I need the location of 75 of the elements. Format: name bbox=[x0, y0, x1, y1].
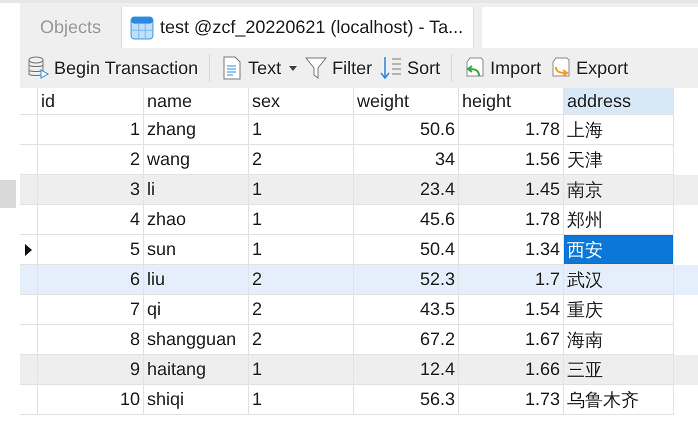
table-cell: 1 bbox=[249, 205, 354, 235]
column-header[interactable]: id bbox=[38, 88, 144, 115]
table-cell: 1.78 bbox=[459, 205, 564, 235]
table-cell: 1 bbox=[249, 175, 354, 205]
toolbar-button[interactable]: Begin Transaction bbox=[24, 54, 202, 82]
table-cell: 1.54 bbox=[459, 295, 564, 325]
column-header[interactable]: sex bbox=[249, 88, 354, 115]
table-cell: 1 bbox=[249, 385, 354, 415]
table-row[interactable]: 1 zhang 1 50.6 1.78 上海 bbox=[20, 115, 698, 145]
table-cell: liu bbox=[144, 265, 249, 295]
tab[interactable]: test @zcf_20220621 (localhost) - Ta... bbox=[122, 7, 474, 48]
table-cell: 45.6 bbox=[354, 205, 459, 235]
scroll-marker bbox=[0, 180, 16, 208]
database-icon bbox=[27, 56, 49, 80]
row-indicator-cell[interactable] bbox=[20, 205, 38, 235]
column-header[interactable]: name bbox=[144, 88, 249, 115]
table-row[interactable]: 6 liu 2 52.3 1.7 武汉 bbox=[20, 265, 698, 295]
table-cell: shiqi bbox=[144, 385, 249, 415]
table-cell: 1.45 bbox=[459, 175, 564, 205]
table-cell: 1.78 bbox=[459, 115, 564, 145]
toolbar-button[interactable]: Text bbox=[218, 54, 300, 82]
row-indicator-cell[interactable] bbox=[20, 115, 38, 145]
table-cell: 56.3 bbox=[354, 385, 459, 415]
document-icon bbox=[221, 56, 244, 80]
table-row[interactable]: 7 qi 2 43.5 1.54 重庆 bbox=[20, 295, 698, 325]
column-header[interactable]: address bbox=[564, 88, 674, 115]
toolbar-button[interactable]: Sort bbox=[377, 54, 444, 82]
table-cell: 43.5 bbox=[354, 295, 459, 325]
toolbar-button[interactable]: Export bbox=[546, 54, 632, 82]
row-indicator-cell[interactable] bbox=[20, 385, 38, 415]
sort-icon bbox=[380, 56, 402, 80]
table-cell: 南京 bbox=[564, 175, 674, 205]
table-cell: 6 bbox=[38, 265, 144, 295]
row-indicator-cell[interactable] bbox=[20, 265, 38, 295]
table-cell: 武汉 bbox=[564, 265, 674, 295]
row-indicator-cell[interactable] bbox=[20, 355, 38, 385]
table-cell: 1 bbox=[38, 115, 144, 145]
table-cell: 1.7 bbox=[459, 265, 564, 295]
table-cell: 2 bbox=[249, 295, 354, 325]
table-cell: 52.3 bbox=[354, 265, 459, 295]
table-cell: 7 bbox=[38, 295, 144, 325]
table-row[interactable]: 3 li 1 23.4 1.45 南京 bbox=[20, 175, 698, 205]
table-cell: 上海 bbox=[564, 115, 674, 145]
table-cell: 4 bbox=[38, 205, 144, 235]
table-cell: zhang bbox=[144, 115, 249, 145]
table-cell: haitang bbox=[144, 355, 249, 385]
table-cell: zhao bbox=[144, 205, 249, 235]
table-icon bbox=[130, 16, 154, 40]
table-cell: 10 bbox=[38, 385, 144, 415]
table-cell: qi bbox=[144, 295, 249, 325]
table-cell: 乌鲁木齐 bbox=[564, 385, 674, 415]
table-cell: 三亚 bbox=[564, 355, 674, 385]
table-cell: 西安 bbox=[564, 235, 674, 265]
row-indicator-cell[interactable] bbox=[20, 175, 38, 205]
row-indicator-cell[interactable] bbox=[20, 295, 38, 325]
table-cell: 重庆 bbox=[564, 295, 674, 325]
current-row-icon bbox=[25, 244, 32, 256]
caret-icon bbox=[289, 66, 298, 70]
table-cell: 1.66 bbox=[459, 355, 564, 385]
table-cell: 3 bbox=[38, 175, 144, 205]
table-cell: 9 bbox=[38, 355, 144, 385]
toolbar-button[interactable]: Import bbox=[460, 54, 544, 82]
table-cell: 1 bbox=[249, 355, 354, 385]
table-cell: 23.4 bbox=[354, 175, 459, 205]
table-cell: 12.4 bbox=[354, 355, 459, 385]
table-row[interactable]: 9 haitang 1 12.4 1.66 三亚 bbox=[20, 355, 698, 385]
toolbar-button[interactable]: Filter bbox=[302, 54, 376, 82]
table-cell: 1.73 bbox=[459, 385, 564, 415]
table-cell: 1 bbox=[249, 115, 354, 145]
column-header[interactable]: weight bbox=[354, 88, 459, 115]
table-cell: 50.6 bbox=[354, 115, 459, 145]
table-cell: li bbox=[144, 175, 249, 205]
table-cell: 2 bbox=[249, 265, 354, 295]
table-row[interactable]: 10 shiqi 1 56.3 1.73 乌鲁木齐 bbox=[20, 385, 698, 415]
filter-icon bbox=[305, 56, 328, 80]
